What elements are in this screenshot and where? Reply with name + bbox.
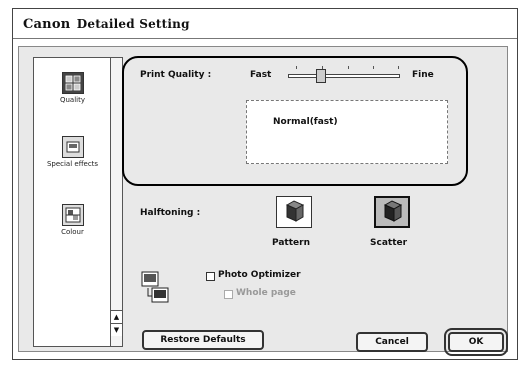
print-quality-label: Print Quality :	[140, 70, 212, 80]
halftoning-pattern-label: Pattern	[272, 238, 310, 248]
slider-min-label: Fast	[250, 70, 272, 80]
cancel-button[interactable]: Cancel	[356, 332, 428, 352]
print-quality-current: Normal(fast)	[273, 117, 338, 127]
slider-tick	[348, 66, 349, 69]
halftoning-pattern-button[interactable]	[276, 196, 312, 228]
slider-tick	[296, 66, 297, 69]
sidebar-item-label: Colour	[61, 228, 84, 236]
restore-defaults-button[interactable]: Restore Defaults	[142, 330, 264, 350]
window-title: Detailed Setting	[76, 17, 190, 31]
pattern-cube-icon	[285, 200, 305, 222]
sidebar-item-quality[interactable]: Quality	[34, 72, 111, 104]
sidebar-item-label: Quality	[59, 96, 85, 104]
halftoning-scatter-label: Scatter	[370, 238, 408, 248]
print-quality-description-box: Normal(fast)	[246, 100, 448, 164]
whole-page-label: Whole page	[236, 288, 296, 298]
photo-optimizer-icon	[140, 270, 170, 306]
sidebar-item-special-effects[interactable]: Special effects	[34, 136, 111, 168]
slider-tick	[373, 66, 374, 69]
quality-icon	[61, 72, 84, 94]
whole-page-checkbox[interactable]	[224, 290, 233, 299]
scroll-up-arrow-icon[interactable]: ▲	[111, 310, 122, 323]
category-sidebar: Quality Special effects Colour ▲ ▼	[33, 57, 123, 347]
sidebar-item-colour[interactable]: Colour	[34, 204, 111, 236]
title-bar: Canon Detailed Setting	[13, 9, 517, 39]
halftoning-scatter-button[interactable]	[374, 196, 410, 228]
colour-icon	[61, 204, 84, 226]
special-effects-icon	[61, 136, 84, 158]
print-quality-slider-knob[interactable]	[316, 69, 326, 83]
scatter-cube-icon	[383, 200, 403, 222]
slider-max-label: Fine	[412, 70, 434, 80]
canon-logo: Canon	[23, 17, 71, 32]
scroll-down-arrow-icon[interactable]: ▼	[111, 323, 122, 336]
ok-button[interactable]: OK	[444, 328, 508, 356]
photo-optimizer-label: Photo Optimizer	[218, 270, 301, 280]
slider-tick	[398, 66, 399, 69]
sidebar-item-label: Special effects	[46, 160, 99, 168]
sidebar-scrollbar[interactable]: ▲ ▼	[110, 58, 122, 346]
print-quality-slider[interactable]	[288, 74, 400, 78]
photo-optimizer-checkbox[interactable]	[206, 272, 215, 281]
halftoning-label: Halftoning :	[140, 208, 201, 218]
